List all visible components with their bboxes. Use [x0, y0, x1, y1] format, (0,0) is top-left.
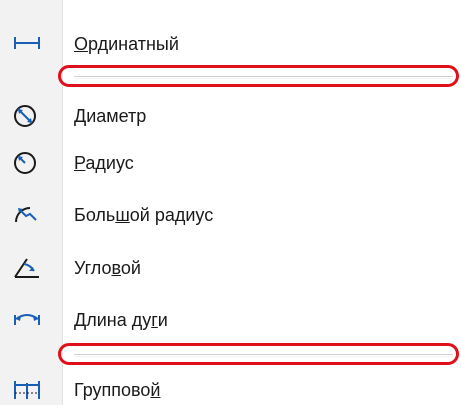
- radius-dimension-icon: [12, 150, 42, 176]
- menu-item-angular[interactable]: Угловой: [0, 246, 461, 290]
- menu-item-label: Ординатный: [74, 34, 179, 54]
- menu-item-label: Диаметр: [74, 106, 147, 126]
- large-radius-dimension-icon: [12, 202, 42, 228]
- diameter-dimension-icon: [12, 103, 42, 129]
- dimension-menu: Ординатный Диаметр Радиус Большой радиус…: [0, 0, 461, 405]
- menu-separator: [0, 64, 461, 90]
- ordinate-dimension-icon: [12, 31, 42, 57]
- menu-item-label: Групповой: [74, 380, 161, 400]
- menu-item-diameter[interactable]: Диаметр: [0, 94, 461, 138]
- menu-item-label: Радиус: [74, 153, 134, 173]
- menu-separator: [0, 342, 461, 368]
- separator-highlight: [58, 343, 459, 365]
- menu-item-arc-length[interactable]: Длина дуги: [0, 298, 461, 342]
- menu-item-radius[interactable]: Радиус: [0, 141, 461, 185]
- menu-item-group[interactable]: Групповой: [0, 368, 461, 412]
- menu-item-large-radius[interactable]: Большой радиус: [0, 193, 461, 237]
- menu-item-label: Длина дуги: [74, 310, 168, 330]
- menu-item-ordinate[interactable]: Ординатный: [0, 22, 461, 66]
- arc-length-dimension-icon: [12, 307, 42, 333]
- menu-item-label: Угловой: [74, 258, 141, 278]
- menu-item-label: Большой радиус: [74, 205, 214, 225]
- angular-dimension-icon: [12, 255, 42, 281]
- separator-highlight: [58, 65, 459, 87]
- group-dimension-icon: [12, 377, 42, 403]
